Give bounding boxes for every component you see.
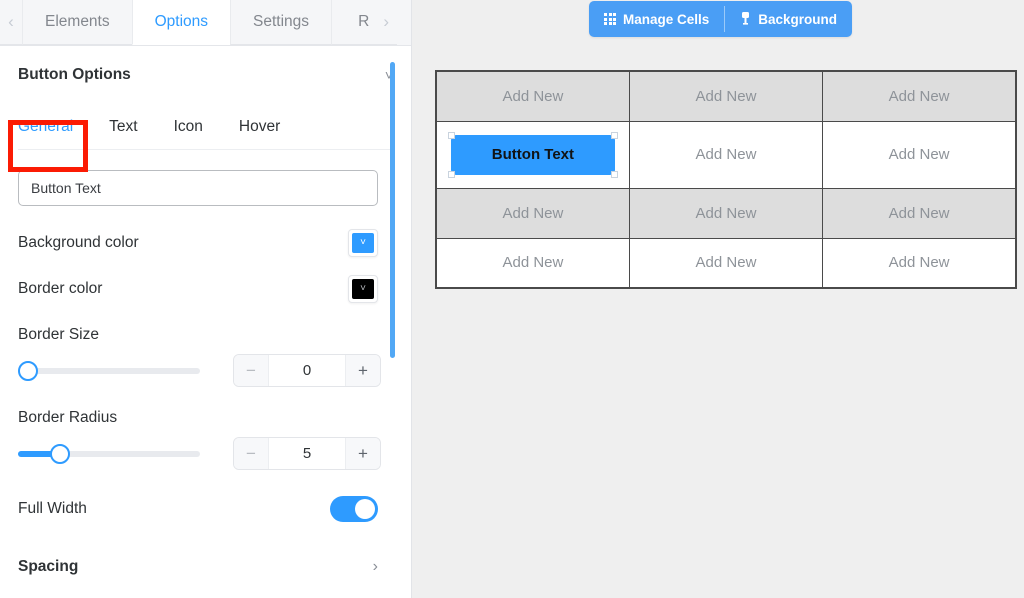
button-text-input[interactable] (18, 170, 378, 206)
slider-thumb[interactable] (18, 360, 38, 381)
resize-handle-top-left[interactable] (447, 131, 455, 139)
button-options-header[interactable]: Button Options ˅ (18, 46, 393, 104)
lamp-icon (740, 11, 751, 28)
resize-handle-top-right[interactable] (610, 131, 618, 139)
border-size-increment-button[interactable]: + (346, 355, 380, 386)
chevron-down-icon: ˅ (352, 233, 374, 253)
panel-tabbar: ‹ Elements Options Settings R › (0, 0, 411, 46)
tab-r[interactable]: R (331, 0, 376, 45)
chevron-down-icon: ˅ (352, 279, 374, 299)
border-radius-decrement-button[interactable]: − (234, 438, 268, 469)
tab-options-label: Options (154, 13, 209, 30)
background-label: Background (758, 11, 838, 27)
panel-scrollbar[interactable] (390, 62, 395, 358)
cell-add-new[interactable]: Add New (628, 237, 824, 289)
background-color-swatch-button[interactable]: ˅ (348, 229, 378, 257)
tab-r-label: R (358, 13, 370, 30)
full-width-toggle[interactable] (330, 496, 378, 522)
border-radius-control: − 5 + (18, 437, 393, 470)
table-row: Add New Add New Add New (435, 237, 1017, 289)
tab-settings-label: Settings (253, 13, 310, 30)
button-options-subtabs: General Text Icon Hover (18, 104, 393, 150)
border-size-stepper[interactable]: − 0 + (233, 354, 381, 387)
cell-add-new[interactable]: Add New (822, 70, 1017, 122)
slider-track (18, 367, 200, 374)
tab-settings[interactable]: Settings (230, 0, 332, 45)
app-root: ‹ Elements Options Settings R › Button O… (0, 0, 1024, 598)
resize-handle-bottom-right[interactable] (610, 170, 618, 178)
border-size-value[interactable]: 0 (268, 355, 346, 386)
table-row: Button Text Add New Add New (435, 120, 1017, 189)
slider-thumb[interactable] (50, 443, 71, 464)
border-size-control: − 0 + (18, 354, 393, 387)
cell-add-new[interactable]: Add New (822, 120, 1017, 189)
chevron-right-icon[interactable]: › (373, 559, 378, 575)
subtab-text[interactable]: Text (109, 118, 137, 136)
cells-table: Add New Add New Add New Button Text Add … (435, 70, 1017, 289)
tab-options[interactable]: Options (131, 0, 231, 45)
subtab-icon[interactable]: Icon (174, 118, 203, 136)
border-radius-slider[interactable] (18, 443, 200, 464)
cell-add-new[interactable]: Add New (628, 120, 824, 189)
border-radius-label: Border Radius (18, 409, 118, 426)
cell-add-new[interactable]: Add New (435, 187, 630, 239)
resize-handle-bottom-left[interactable] (447, 170, 455, 178)
border-size-label: Border Size (18, 326, 99, 343)
full-width-label: Full Width (18, 500, 87, 517)
border-size-slider[interactable] (18, 360, 200, 381)
border-color-label: Border color (18, 280, 103, 297)
background-color-label: Background color (18, 234, 139, 251)
editor-canvas: Manage Cells Background Add New Add New … (412, 0, 1024, 598)
manage-cells-button[interactable]: Manage Cells (589, 1, 724, 37)
border-size-decrement-button[interactable]: − (234, 355, 268, 386)
toggle-knob (355, 499, 375, 519)
chevron-left-icon[interactable]: ‹ (0, 0, 22, 45)
border-radius-stepper[interactable]: − 5 + (233, 437, 381, 470)
subtab-general[interactable]: General (18, 118, 73, 136)
spacing-row[interactable]: Spacing › (18, 544, 378, 590)
section-title: Button Options (18, 66, 131, 83)
button-text-button[interactable]: Button Text (450, 134, 615, 175)
border-color-row: Border color ˅ (18, 266, 378, 312)
manage-cells-label: Manage Cells (623, 11, 710, 27)
tab-elements[interactable]: Elements (22, 0, 132, 45)
cell-add-new[interactable]: Add New (822, 237, 1017, 289)
panel-body: Button Options ˅ General Text Icon Hover… (0, 46, 411, 598)
table-row: Add New Add New Add New (435, 187, 1017, 239)
grid-icon (604, 13, 616, 25)
cells-table-body: Add New Add New Add New Button Text Add … (435, 70, 1017, 289)
border-radius-increment-button[interactable]: + (346, 438, 380, 469)
cell-add-new[interactable]: Add New (628, 70, 824, 122)
tab-elements-label: Elements (45, 13, 110, 30)
subtab-hover[interactable]: Hover (239, 118, 280, 136)
cell-add-new[interactable]: Add New (435, 70, 630, 122)
table-row: Add New Add New Add New (435, 70, 1017, 122)
selected-button-wrapper: Button Text (447, 131, 618, 178)
border-color-swatch-button[interactable]: ˅ (348, 275, 378, 303)
full-width-row: Full Width (18, 486, 378, 532)
cell-add-new[interactable]: Add New (435, 237, 630, 289)
canvas-toolbar: Manage Cells Background (589, 1, 853, 37)
chevron-right-icon[interactable]: › (375, 0, 398, 45)
options-panel: ‹ Elements Options Settings R › Button O… (0, 0, 412, 598)
cell-button[interactable]: Button Text (435, 120, 630, 189)
cell-add-new[interactable]: Add New (628, 187, 824, 239)
cell-add-new[interactable]: Add New (822, 187, 1017, 239)
spacing-label: Spacing (18, 558, 79, 575)
border-radius-value[interactable]: 5 (268, 438, 346, 469)
background-color-row: Background color ˅ (18, 220, 378, 266)
background-button[interactable]: Background (725, 1, 852, 37)
